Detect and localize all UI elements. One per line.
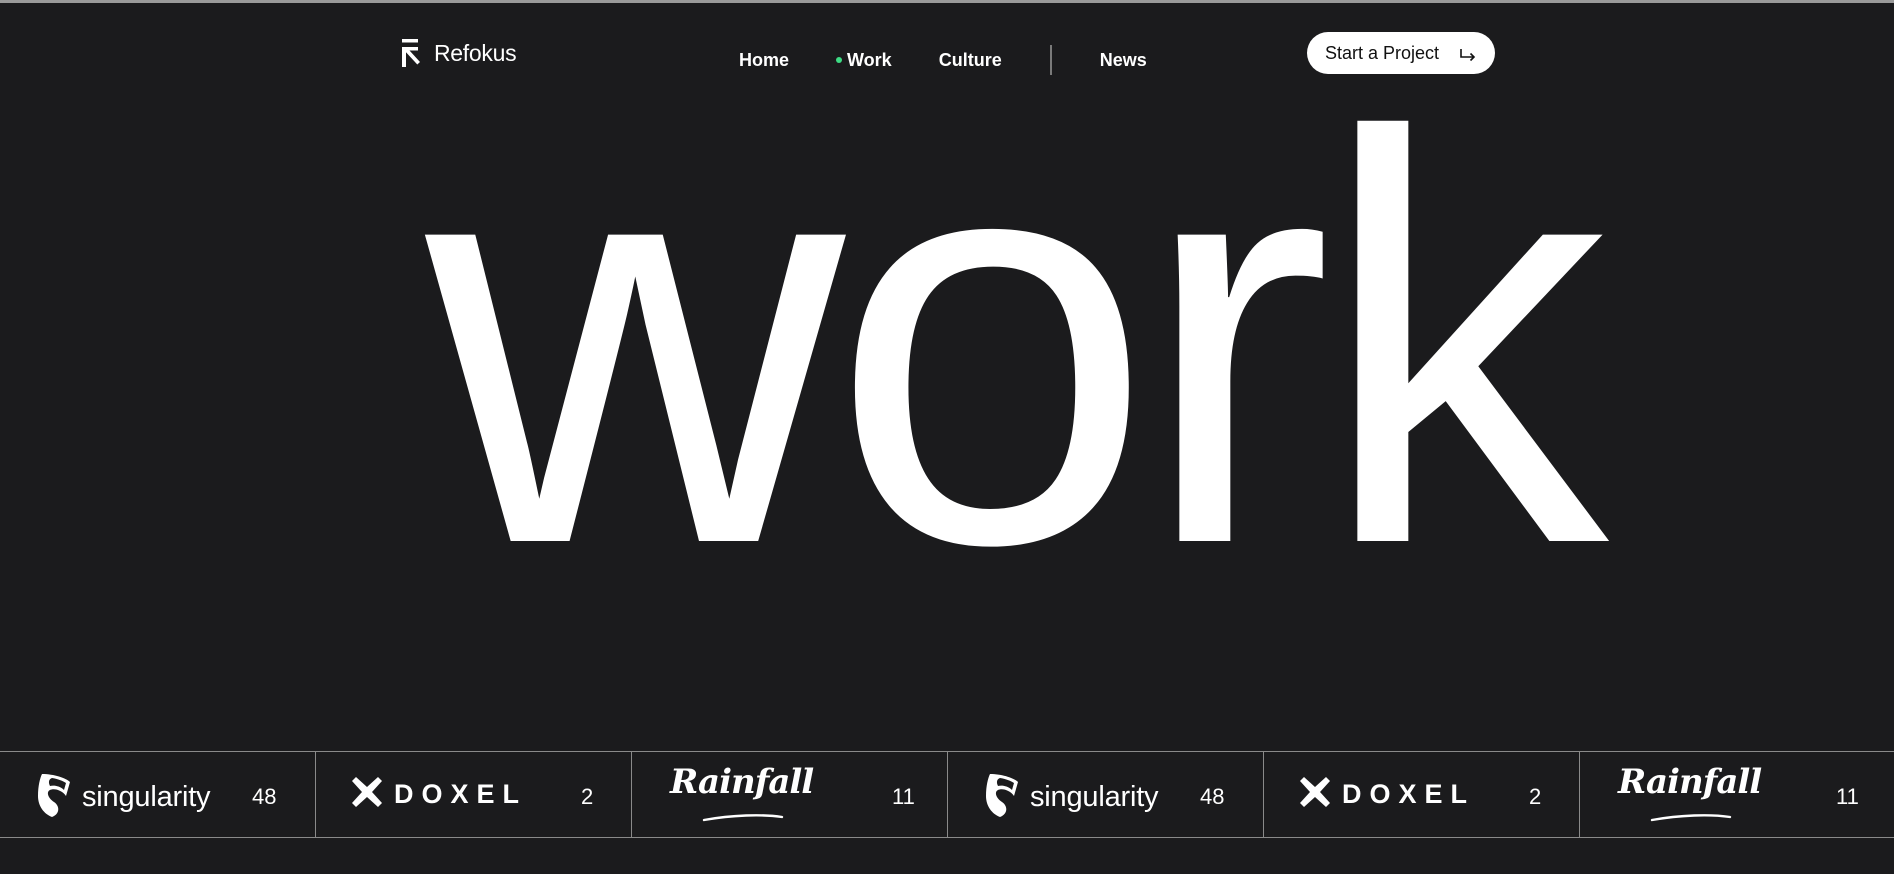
- rainfall-logo: Rainfall: [1618, 762, 1762, 802]
- doxel-x-icon: [352, 777, 382, 812]
- client-marquee: singularity 48 DOXEL 2 Rainfall 11 singu…: [0, 751, 1894, 838]
- rainfall-swash: [702, 810, 784, 828]
- client-name: singularity: [1030, 781, 1159, 813]
- client-name: singularity: [82, 781, 211, 813]
- singularity-logo: singularity: [984, 772, 1159, 823]
- client-card-rainfall[interactable]: Rainfall 11: [1580, 752, 1894, 837]
- doxel-logo: DOXEL: [1300, 777, 1475, 812]
- singularity-logo-icon: [984, 772, 1020, 823]
- client-name: Rainfall: [1618, 762, 1762, 802]
- project-count: 2: [581, 784, 594, 809]
- client-card-doxel[interactable]: DOXEL 2: [1264, 752, 1580, 837]
- project-count: 48: [252, 784, 277, 809]
- rainfall-swash: [1650, 810, 1732, 828]
- client-card-singularity[interactable]: singularity 48: [948, 752, 1264, 837]
- project-count: 48: [1200, 784, 1225, 809]
- client-name: DOXEL: [1342, 779, 1476, 809]
- refokus-arrow-icon: [400, 38, 422, 68]
- client-card-rainfall[interactable]: Rainfall 11: [632, 752, 948, 837]
- client-card-singularity[interactable]: singularity 48: [0, 752, 316, 837]
- singularity-logo-icon: [36, 772, 72, 823]
- project-count: 2: [1529, 784, 1542, 809]
- hero-title: work: [425, 16, 1609, 664]
- rainfall-logo: Rainfall: [670, 762, 814, 802]
- client-name: Rainfall: [670, 762, 814, 802]
- doxel-logo: DOXEL: [352, 777, 527, 812]
- project-count: 11: [892, 784, 915, 809]
- client-name: DOXEL: [394, 779, 528, 809]
- singularity-logo: singularity: [36, 772, 211, 823]
- doxel-x-icon: [1300, 777, 1330, 812]
- hero-section: work: [360, 50, 1660, 670]
- project-count: 11: [1836, 784, 1859, 809]
- client-card-doxel[interactable]: DOXEL 2: [316, 752, 632, 837]
